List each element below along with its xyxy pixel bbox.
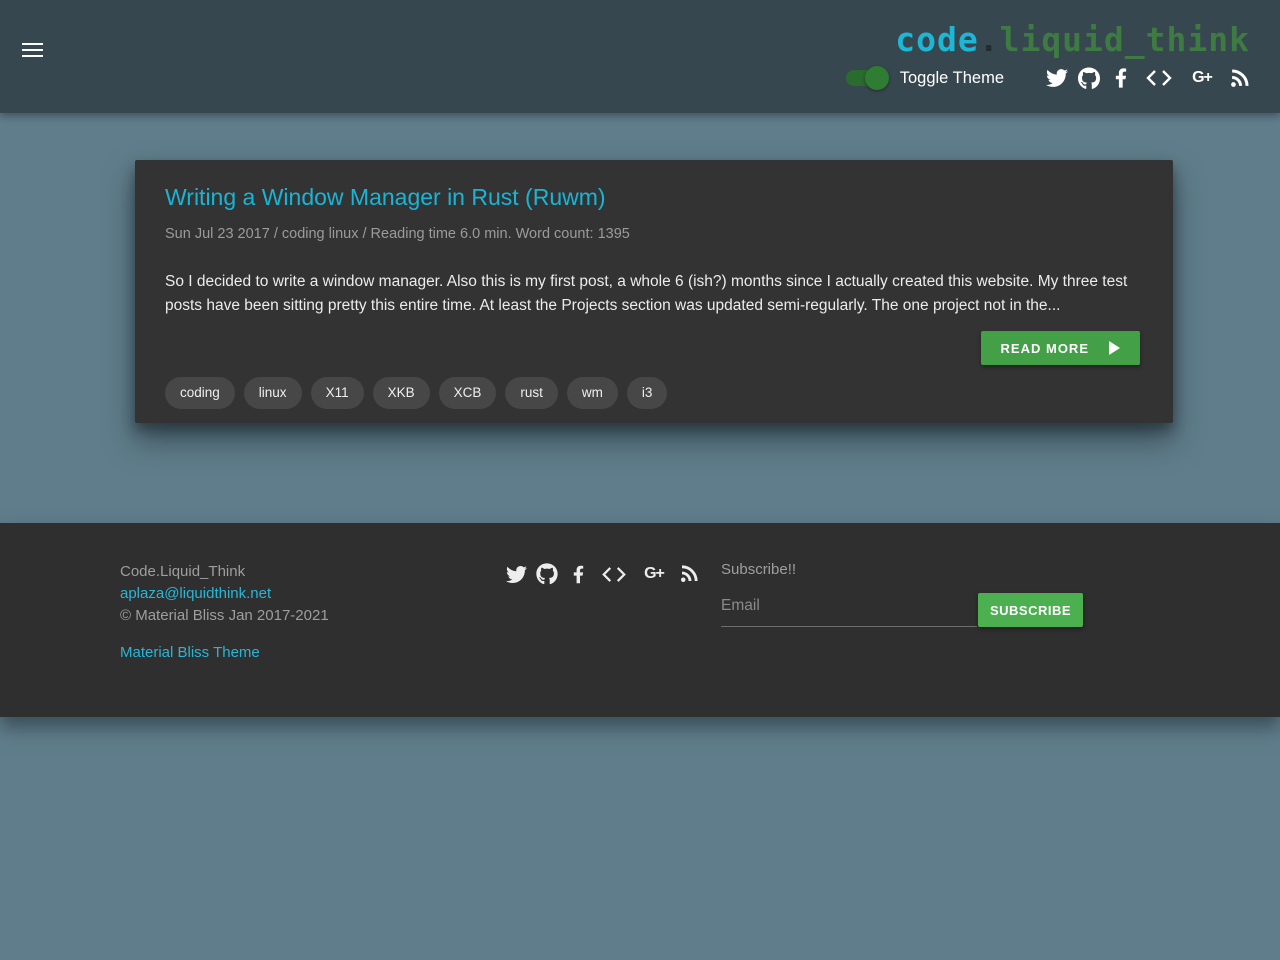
twitter-icon[interactable]	[1046, 67, 1068, 89]
theme-toggle-knob	[865, 66, 889, 90]
post-title[interactable]: Writing a Window Manager in Rust (Ruwm)	[165, 184, 1140, 211]
tag-i3[interactable]: i3	[627, 377, 668, 409]
footer-info: Code.Liquid_Think aplaza@liquidthink.net…	[120, 561, 505, 717]
menu-bar	[22, 43, 43, 45]
tag-list: coding linux X11 XKB XCB rust wm i3	[165, 377, 1140, 409]
header-right: code.liquid_think Toggle Theme	[846, 22, 1250, 89]
tag-xcb[interactable]: XCB	[439, 377, 497, 409]
logo-dot-text: .	[979, 20, 1000, 59]
email-input[interactable]	[721, 591, 977, 627]
post-card: Writing a Window Manager in Rust (Ruwm) …	[135, 160, 1173, 423]
footer: Code.Liquid_Think aplaza@liquidthink.net…	[0, 523, 1280, 717]
play-icon	[1109, 341, 1120, 355]
menu-icon[interactable]	[22, 43, 43, 57]
footer-theme-link[interactable]: Material Bliss Theme	[120, 642, 260, 664]
subscribe-heading: Subscribe!!	[721, 561, 1096, 578]
theme-toggle-label: Toggle Theme	[900, 69, 1004, 88]
footer-email-link[interactable]: aplaza@liquidthink.net	[120, 583, 271, 605]
tag-linux[interactable]: linux	[244, 377, 302, 409]
footer-copyright: © Material Bliss Jan 2017-2021	[120, 605, 505, 627]
read-more-label: READ MORE	[1001, 341, 1089, 356]
google-plus-glyph: G+	[1192, 69, 1212, 87]
menu-bar	[22, 49, 43, 51]
facebook-icon[interactable]	[567, 563, 589, 585]
menu-bar	[22, 55, 43, 57]
twitter-icon[interactable]	[505, 563, 527, 585]
github-icon[interactable]	[1078, 67, 1100, 89]
theme-toggle[interactable]	[846, 70, 886, 86]
read-more-button[interactable]: READ MORE	[981, 331, 1140, 365]
header-controls: Toggle Theme G+	[846, 67, 1250, 89]
header-social-icons: G+	[1046, 67, 1250, 89]
tag-x11[interactable]: X11	[311, 377, 364, 409]
code-icon[interactable]	[598, 563, 630, 585]
rss-icon[interactable]	[678, 563, 700, 585]
footer-social-icons: G+	[505, 563, 721, 585]
footer-site-name: Code.Liquid_Think	[120, 561, 505, 583]
site-logo[interactable]: code.liquid_think	[895, 22, 1250, 58]
read-more-row: READ MORE	[165, 331, 1140, 365]
google-plus-icon[interactable]: G+	[1186, 67, 1218, 89]
rss-icon[interactable]	[1228, 67, 1250, 89]
code-icon[interactable]	[1142, 67, 1176, 89]
logo-code-text: code	[895, 20, 978, 59]
google-plus-glyph: G+	[644, 565, 664, 583]
tag-coding[interactable]: coding	[165, 377, 235, 409]
post-meta: Sun Jul 23 2017 / coding linux / Reading…	[165, 226, 1140, 242]
footer-social: G+	[505, 561, 721, 717]
tag-wm[interactable]: wm	[567, 377, 618, 409]
subscribe-form: SUBSCRIBE	[721, 591, 1096, 627]
subscribe-button[interactable]: SUBSCRIBE	[978, 593, 1083, 627]
tag-rust[interactable]: rust	[505, 377, 558, 409]
google-plus-icon[interactable]: G+	[639, 563, 669, 585]
footer-subscribe: Subscribe!! SUBSCRIBE	[721, 561, 1096, 717]
header: code.liquid_think Toggle Theme	[0, 0, 1280, 113]
post-excerpt: So I decided to write a window manager. …	[165, 270, 1140, 318]
tag-xkb[interactable]: XKB	[373, 377, 430, 409]
facebook-icon[interactable]	[1110, 67, 1132, 89]
github-icon[interactable]	[536, 563, 558, 585]
logo-rest-text: liquid_think	[1000, 20, 1250, 59]
